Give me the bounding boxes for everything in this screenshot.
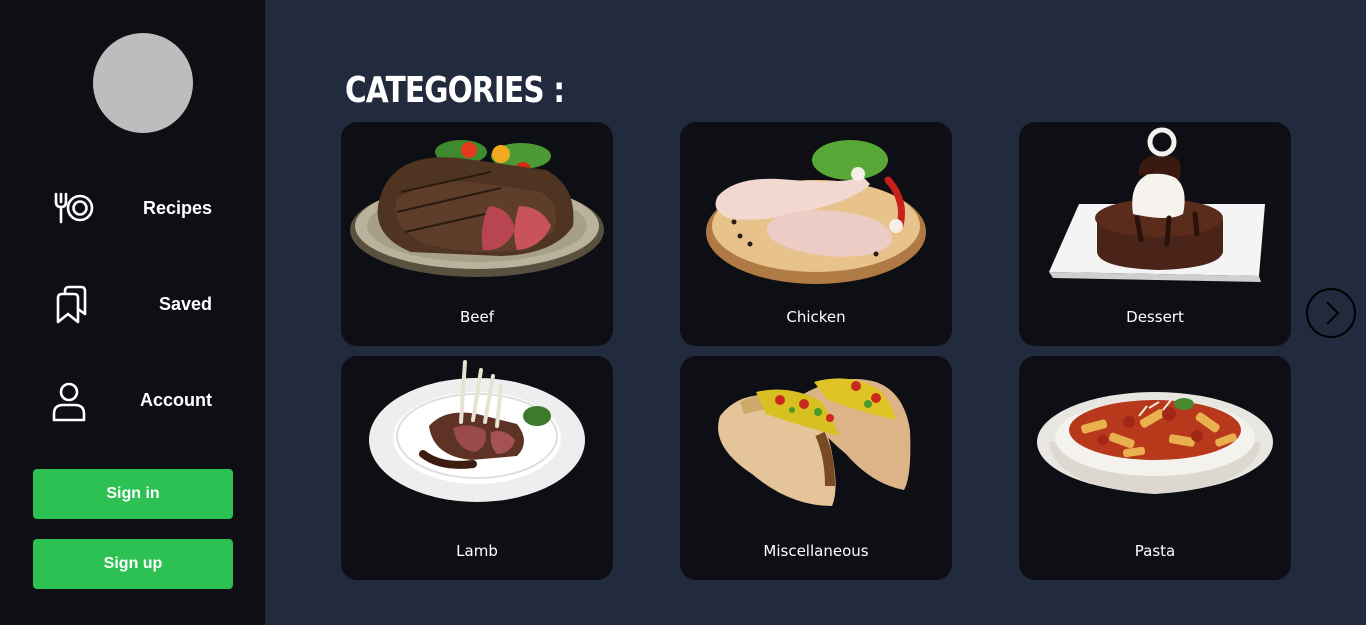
category-name: Miscellaneous <box>763 542 869 560</box>
tacos-image <box>718 378 911 506</box>
nav-item-recipes[interactable]: Recipes <box>40 180 240 236</box>
sign-in-button[interactable]: Sign in <box>33 469 233 519</box>
nav-label-recipes: Recipes <box>142 198 212 218</box>
nav-label-saved: Saved <box>158 294 212 314</box>
steak-plate-image <box>350 140 604 277</box>
sign-up-button[interactable]: Sign up <box>33 539 233 589</box>
page-title: CATEGORIES : <box>345 70 565 111</box>
sidebar: Recipes Saved Account Sign in Sign up <box>0 0 265 625</box>
nav-label-account: Account <box>140 390 212 410</box>
lamb-chops-image <box>369 360 585 502</box>
avatar[interactable] <box>93 33 193 133</box>
category-name: Pasta <box>1134 542 1176 560</box>
plate-fork-icon <box>50 186 94 230</box>
nav-item-account[interactable]: Account <box>40 372 240 428</box>
category-name: Chicken <box>786 308 846 326</box>
raw-chicken-image <box>706 140 926 284</box>
user-icon <box>50 378 94 422</box>
category-card-chicken[interactable]: Chicken <box>680 122 952 346</box>
next-page-button[interactable] <box>1306 288 1356 338</box>
nav-item-saved[interactable]: Saved <box>40 276 240 332</box>
category-card-dessert[interactable]: Dessert <box>1019 122 1291 346</box>
category-name: Beef <box>459 308 495 326</box>
category-card-pasta[interactable]: Pasta <box>1019 356 1291 580</box>
penne-bowl-image <box>1037 392 1273 494</box>
chocolate-cake-image <box>1049 127 1265 282</box>
category-card-beef[interactable]: Beef <box>341 122 613 346</box>
category-name: Lamb <box>456 542 498 560</box>
bookmarks-icon <box>50 282 94 326</box>
category-card-miscellaneous[interactable]: Miscellaneous <box>680 356 952 580</box>
category-card-lamb[interactable]: Lamb <box>341 356 613 580</box>
category-name: Dessert <box>1126 308 1184 326</box>
